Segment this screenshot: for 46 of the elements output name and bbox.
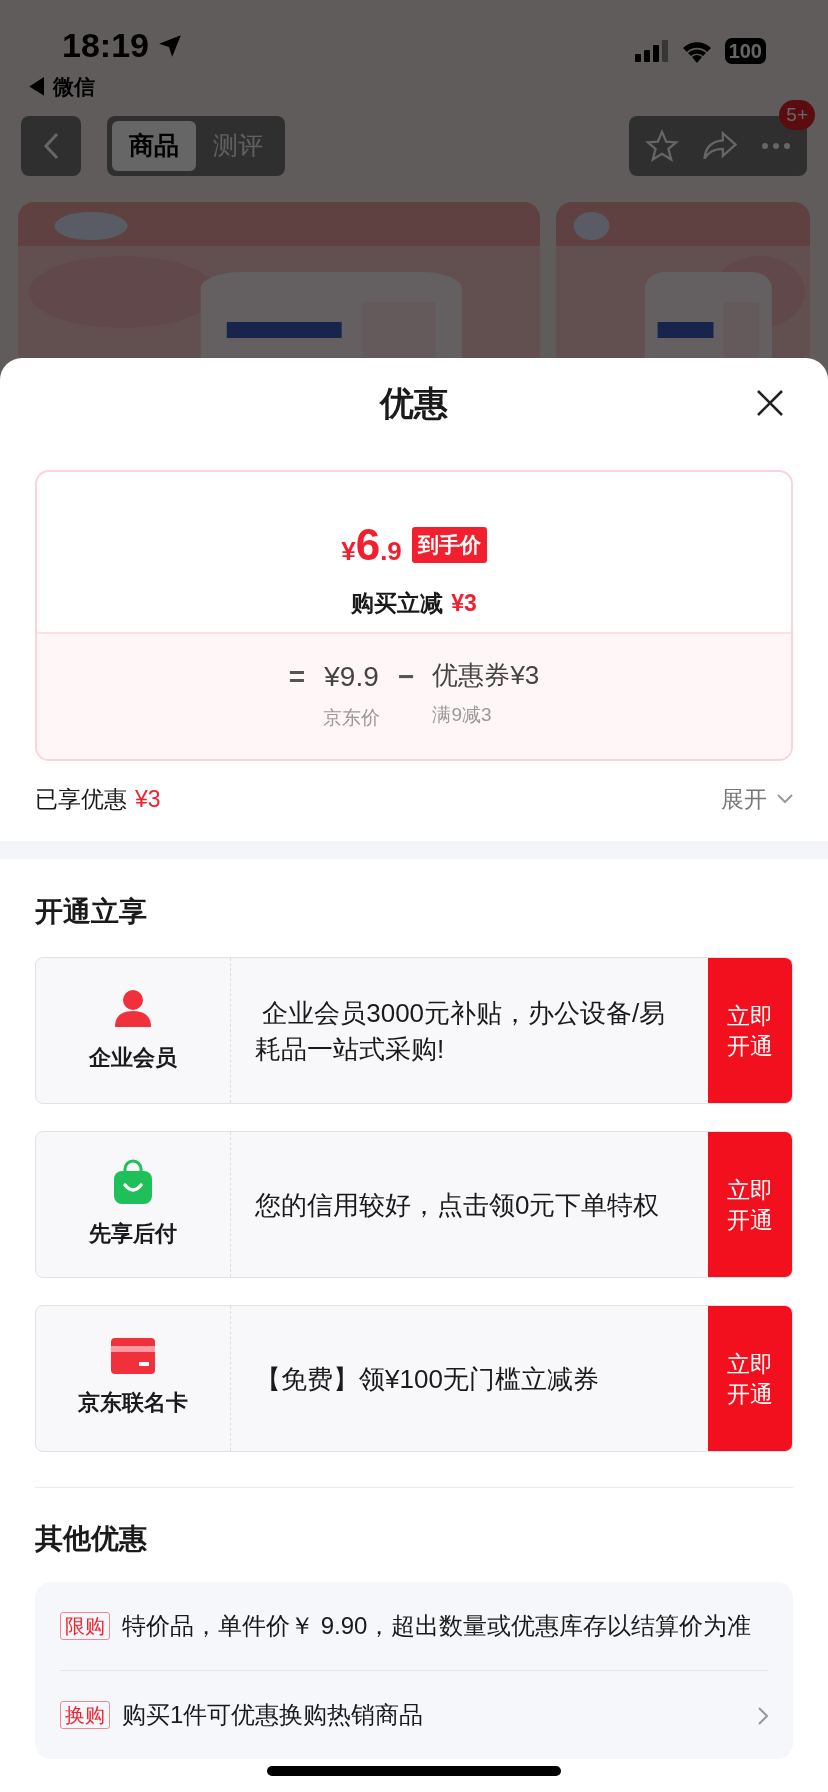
coupon-amount: 优惠券¥3 [432,659,540,692]
share-icon[interactable] [703,131,737,161]
expand-button[interactable]: 展开 [721,781,793,817]
price-tag: 到手价 [411,527,487,563]
final-price: ¥6.9 [341,519,402,571]
discount-label: 购买立减 [351,589,444,618]
offer-tag: 换购 [60,1701,110,1729]
battery-indicator: 100 [724,38,766,64]
activate-button[interactable]: 立即开通 [708,1306,792,1451]
membership-description: 【免费】领¥100无门槛立减券 [255,1362,599,1396]
chevron-down-icon [777,794,793,804]
notification-badge: 5+ [779,100,815,130]
shopping-bag-icon [112,1159,154,1205]
signal-icon [634,40,669,62]
base-price: ¥9.9 [324,660,379,694]
activate-button[interactable]: 立即开通 [708,1132,792,1277]
person-icon [112,987,154,1029]
discount-amount: ¥3 [451,589,477,618]
chevron-right-icon[interactable] [758,1707,768,1725]
sheet-title: 优惠 [380,382,448,424]
credit-card-icon [111,1338,155,1374]
membership-name: 企业会员 [89,1044,177,1072]
clock-time: 18:19 [62,25,149,66]
equals-sign: = [288,660,306,694]
back-to-app-link[interactable]: ◀ 微信 [26,71,183,103]
section-title: 其他优惠 [35,1522,148,1556]
base-price-label: 京东价 [323,706,381,730]
star-icon[interactable] [645,129,679,163]
activate-button[interactable]: 立即开通 [708,958,792,1103]
membership-description: 您的信用较好，点击领0元下单特权 [255,1188,660,1222]
membership-name: 先享后付 [89,1220,177,1248]
enjoyed-discount-label: 已享优惠 [35,784,127,814]
tab[interactable]: 商品 [112,121,196,171]
back-button[interactable] [21,116,81,176]
close-icon[interactable] [756,389,784,417]
enjoyed-discount-amount: ¥3 [135,784,161,814]
offer-tag: 限购 [60,1612,110,1640]
offer-text: 特价品，单件价￥ 9.90，超出数量或优惠库存以结算价为准 [122,1611,753,1641]
more-icon[interactable] [761,142,791,150]
membership-name: 京东联名卡 [78,1389,188,1417]
section-title: 开通立享 [35,895,148,929]
coupon-rule: 满9减3 [432,703,492,727]
offer-text[interactable]: 购买1件可优惠换购热销商品 [122,1699,746,1731]
minus-sign: − [398,660,415,694]
back-icon [43,132,59,160]
membership-description: 企业会员3000元补贴，办公设备/易耗品一站式采购! [255,996,667,1066]
